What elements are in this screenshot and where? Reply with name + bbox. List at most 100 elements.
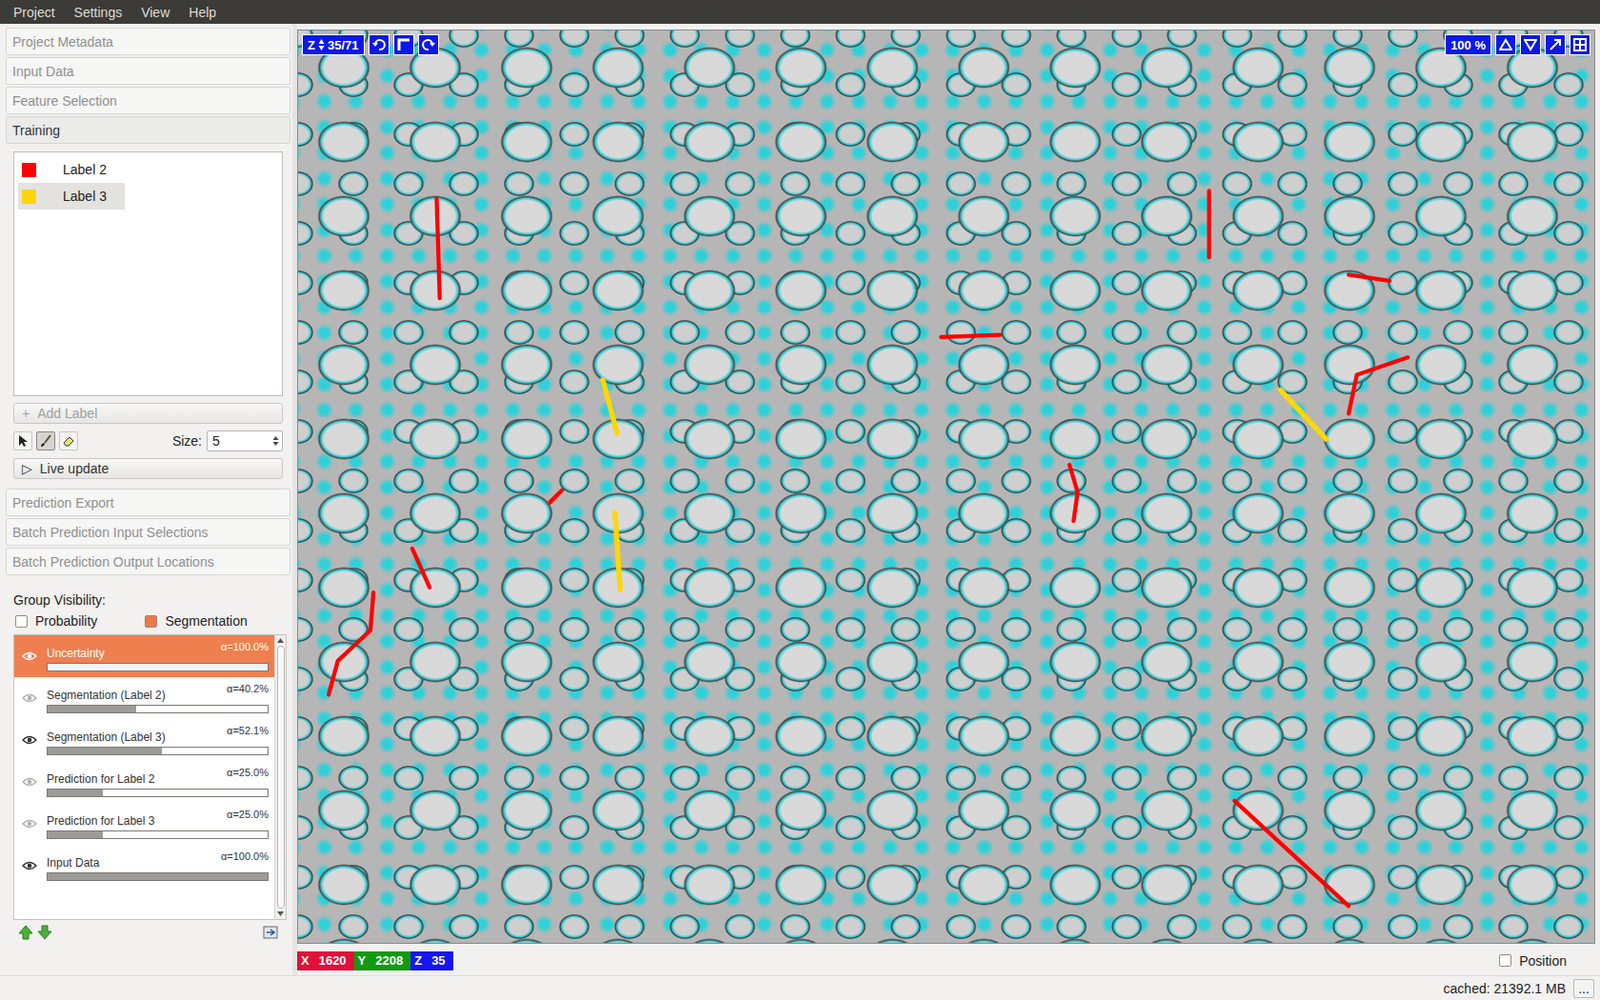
main-area: Project MetadataInput DataFeature Select…	[0, 23, 1600, 976]
layer-opacity: α=40.2%	[226, 682, 269, 702]
opacity-bar[interactable]	[46, 830, 269, 840]
rotate-right-icon	[420, 37, 437, 53]
rotate-left-button[interactable]	[368, 34, 390, 56]
layout-button[interactable]	[1569, 34, 1591, 56]
rotate-left-icon	[371, 37, 387, 53]
position-checkbox[interactable]: Position	[1499, 953, 1596, 969]
opacity-bar[interactable]	[46, 872, 269, 881]
opacity-bar[interactable]	[46, 662, 269, 672]
layer-section: Group Visibility: Probability Segmentation…	[5, 592, 291, 976]
layer-order-row	[5, 920, 287, 947]
view-toolbar: 100 %	[1444, 34, 1591, 56]
slice-spinbox[interactable]: Z35/71	[301, 34, 365, 56]
opacity-bar[interactable]	[46, 788, 269, 798]
tool-button[interactable]	[59, 431, 79, 451]
grid-icon	[1573, 38, 1587, 52]
layer-opacity: α=25.0%	[226, 808, 269, 828]
maximize-arrow-icon	[1548, 38, 1562, 52]
coordinates-bar: X1620Y2208Z35Position	[297, 943, 1596, 976]
eye-icon[interactable]	[21, 734, 38, 746]
move-up-icon[interactable]	[17, 923, 35, 941]
scrollbar[interactable]	[274, 635, 286, 920]
layer-row[interactable]: Segmentation (Label 3)α=52.1%	[14, 719, 275, 761]
menu-bar: ProjectSettingsViewHelp	[0, 0, 1600, 24]
applet-header[interactable]: Project Metadata	[5, 27, 291, 56]
viewer-toolbar: Z35/71	[301, 34, 440, 56]
applet-header[interactable]: Input Data	[5, 57, 291, 85]
rotate-right-button[interactable]	[418, 34, 440, 56]
scroll-up-icon[interactable]	[277, 638, 284, 643]
viewer-panel: Z35/71100 %X1620Y2208Z35Position	[297, 23, 1600, 976]
layer-name: Prediction for Label 3	[46, 808, 155, 828]
label-row[interactable]: Label 3	[18, 182, 125, 210]
group-visibility-title: Group Visibility:	[5, 592, 287, 608]
label-color[interactable]	[21, 189, 37, 204]
group-checkbox[interactable]: Probability	[15, 613, 98, 629]
menu-item[interactable]: Project	[5, 2, 63, 22]
applet-header[interactable]: Prediction Export	[5, 488, 291, 517]
eye-icon[interactable]	[21, 692, 38, 704]
eye-icon[interactable]	[21, 860, 38, 872]
layer-row[interactable]: Segmentation (Label 2) α=40.2%	[14, 677, 275, 720]
move-down-icon[interactable]	[36, 923, 54, 941]
layer-list: Uncertaintyα=100.0%Segmentation (Label 2…	[13, 634, 287, 920]
cache-status: cached: 21392.1 MB	[1443, 980, 1566, 997]
slice-up-button[interactable]	[1495, 34, 1517, 56]
swap-axes-icon	[396, 37, 412, 53]
training-panel: Label 2Label 3 +Add Label Size:5 ▷Live upda…	[5, 145, 291, 489]
applet-header[interactable]: Training	[5, 116, 291, 144]
menu-item[interactable]: Settings	[66, 2, 131, 22]
eye-icon[interactable]	[21, 650, 38, 662]
opacity-bar[interactable]	[46, 704, 269, 714]
group-checkbox[interactable]: Segmentation	[144, 613, 247, 629]
layer-row[interactable]: Prediction for Label 3 α=25.0%	[14, 802, 275, 845]
annotation-strokes	[298, 30, 1595, 943]
more-button[interactable]: ...	[1573, 979, 1595, 999]
eye-icon[interactable]	[21, 818, 38, 830]
add-label-button[interactable]: +Add Label	[13, 402, 283, 424]
applet-header[interactable]: Batch Prediction Output Locations	[5, 547, 291, 576]
checkbox[interactable]	[1499, 954, 1512, 967]
menu-item[interactable]: Help	[180, 2, 224, 22]
spin-arrows-icon[interactable]	[318, 38, 325, 52]
label-row[interactable]: Label 2	[18, 156, 125, 183]
maximize-button[interactable]	[1544, 34, 1566, 56]
swap-axes-button[interactable]	[393, 34, 415, 56]
pointer-icon	[17, 434, 29, 448]
layer-row[interactable]: Uncertaintyα=100.0%	[14, 635, 275, 678]
checkbox[interactable]	[144, 615, 158, 628]
label-color[interactable]	[21, 162, 37, 178]
tools-row: Size:5	[13, 430, 283, 452]
slice-down-button[interactable]	[1520, 34, 1541, 56]
size-control: Size:5	[172, 430, 283, 452]
applet-header[interactable]: Batch Prediction Input Selections	[5, 518, 291, 546]
triangle-down-icon	[1523, 38, 1538, 52]
zoom-level[interactable]: 100 %	[1444, 34, 1492, 56]
live-update-button[interactable]: ▷Live update	[13, 458, 283, 480]
layer-name: Uncertainty	[46, 640, 105, 660]
size-spinbox[interactable]: 5	[206, 430, 283, 452]
group-row: Probability Segmentation	[5, 613, 287, 629]
layer-row[interactable]: Prediction for Label 2α=25.0%	[14, 760, 275, 803]
scroll-down-icon[interactable]	[277, 911, 284, 917]
eye-icon[interactable]	[21, 776, 38, 788]
app-window: ProjectSettingsViewHelpProject MetadataI…	[0, 0, 1600, 1000]
spin-arrows-icon[interactable]	[272, 435, 280, 447]
checkbox[interactable]	[15, 615, 28, 628]
layer-row[interactable]: Input Data α=100.0%	[14, 844, 275, 887]
brush-icon	[39, 434, 53, 448]
menu-item[interactable]: View	[133, 2, 178, 22]
export-layer-icon[interactable]	[261, 923, 280, 941]
image-viewer[interactable]: Z35/71 100 %	[297, 29, 1596, 944]
opacity-bar[interactable]	[46, 746, 269, 756]
layer-name: Segmentation (Label 2)	[46, 682, 166, 702]
tool-button[interactable]	[13, 431, 33, 451]
layer-name: Segmentation (Label 3)	[46, 724, 166, 744]
coordinate: Z35	[410, 951, 453, 971]
layer-opacity: α=100.0%	[220, 850, 269, 870]
applet-header[interactable]: Feature Selection	[5, 86, 291, 115]
layer-name: Prediction for Label 2	[46, 766, 155, 786]
layer-name: Input Data	[46, 850, 100, 870]
tool-button[interactable]	[36, 431, 56, 451]
applet-panel: Project MetadataInput DataFeature Select…	[0, 23, 293, 976]
